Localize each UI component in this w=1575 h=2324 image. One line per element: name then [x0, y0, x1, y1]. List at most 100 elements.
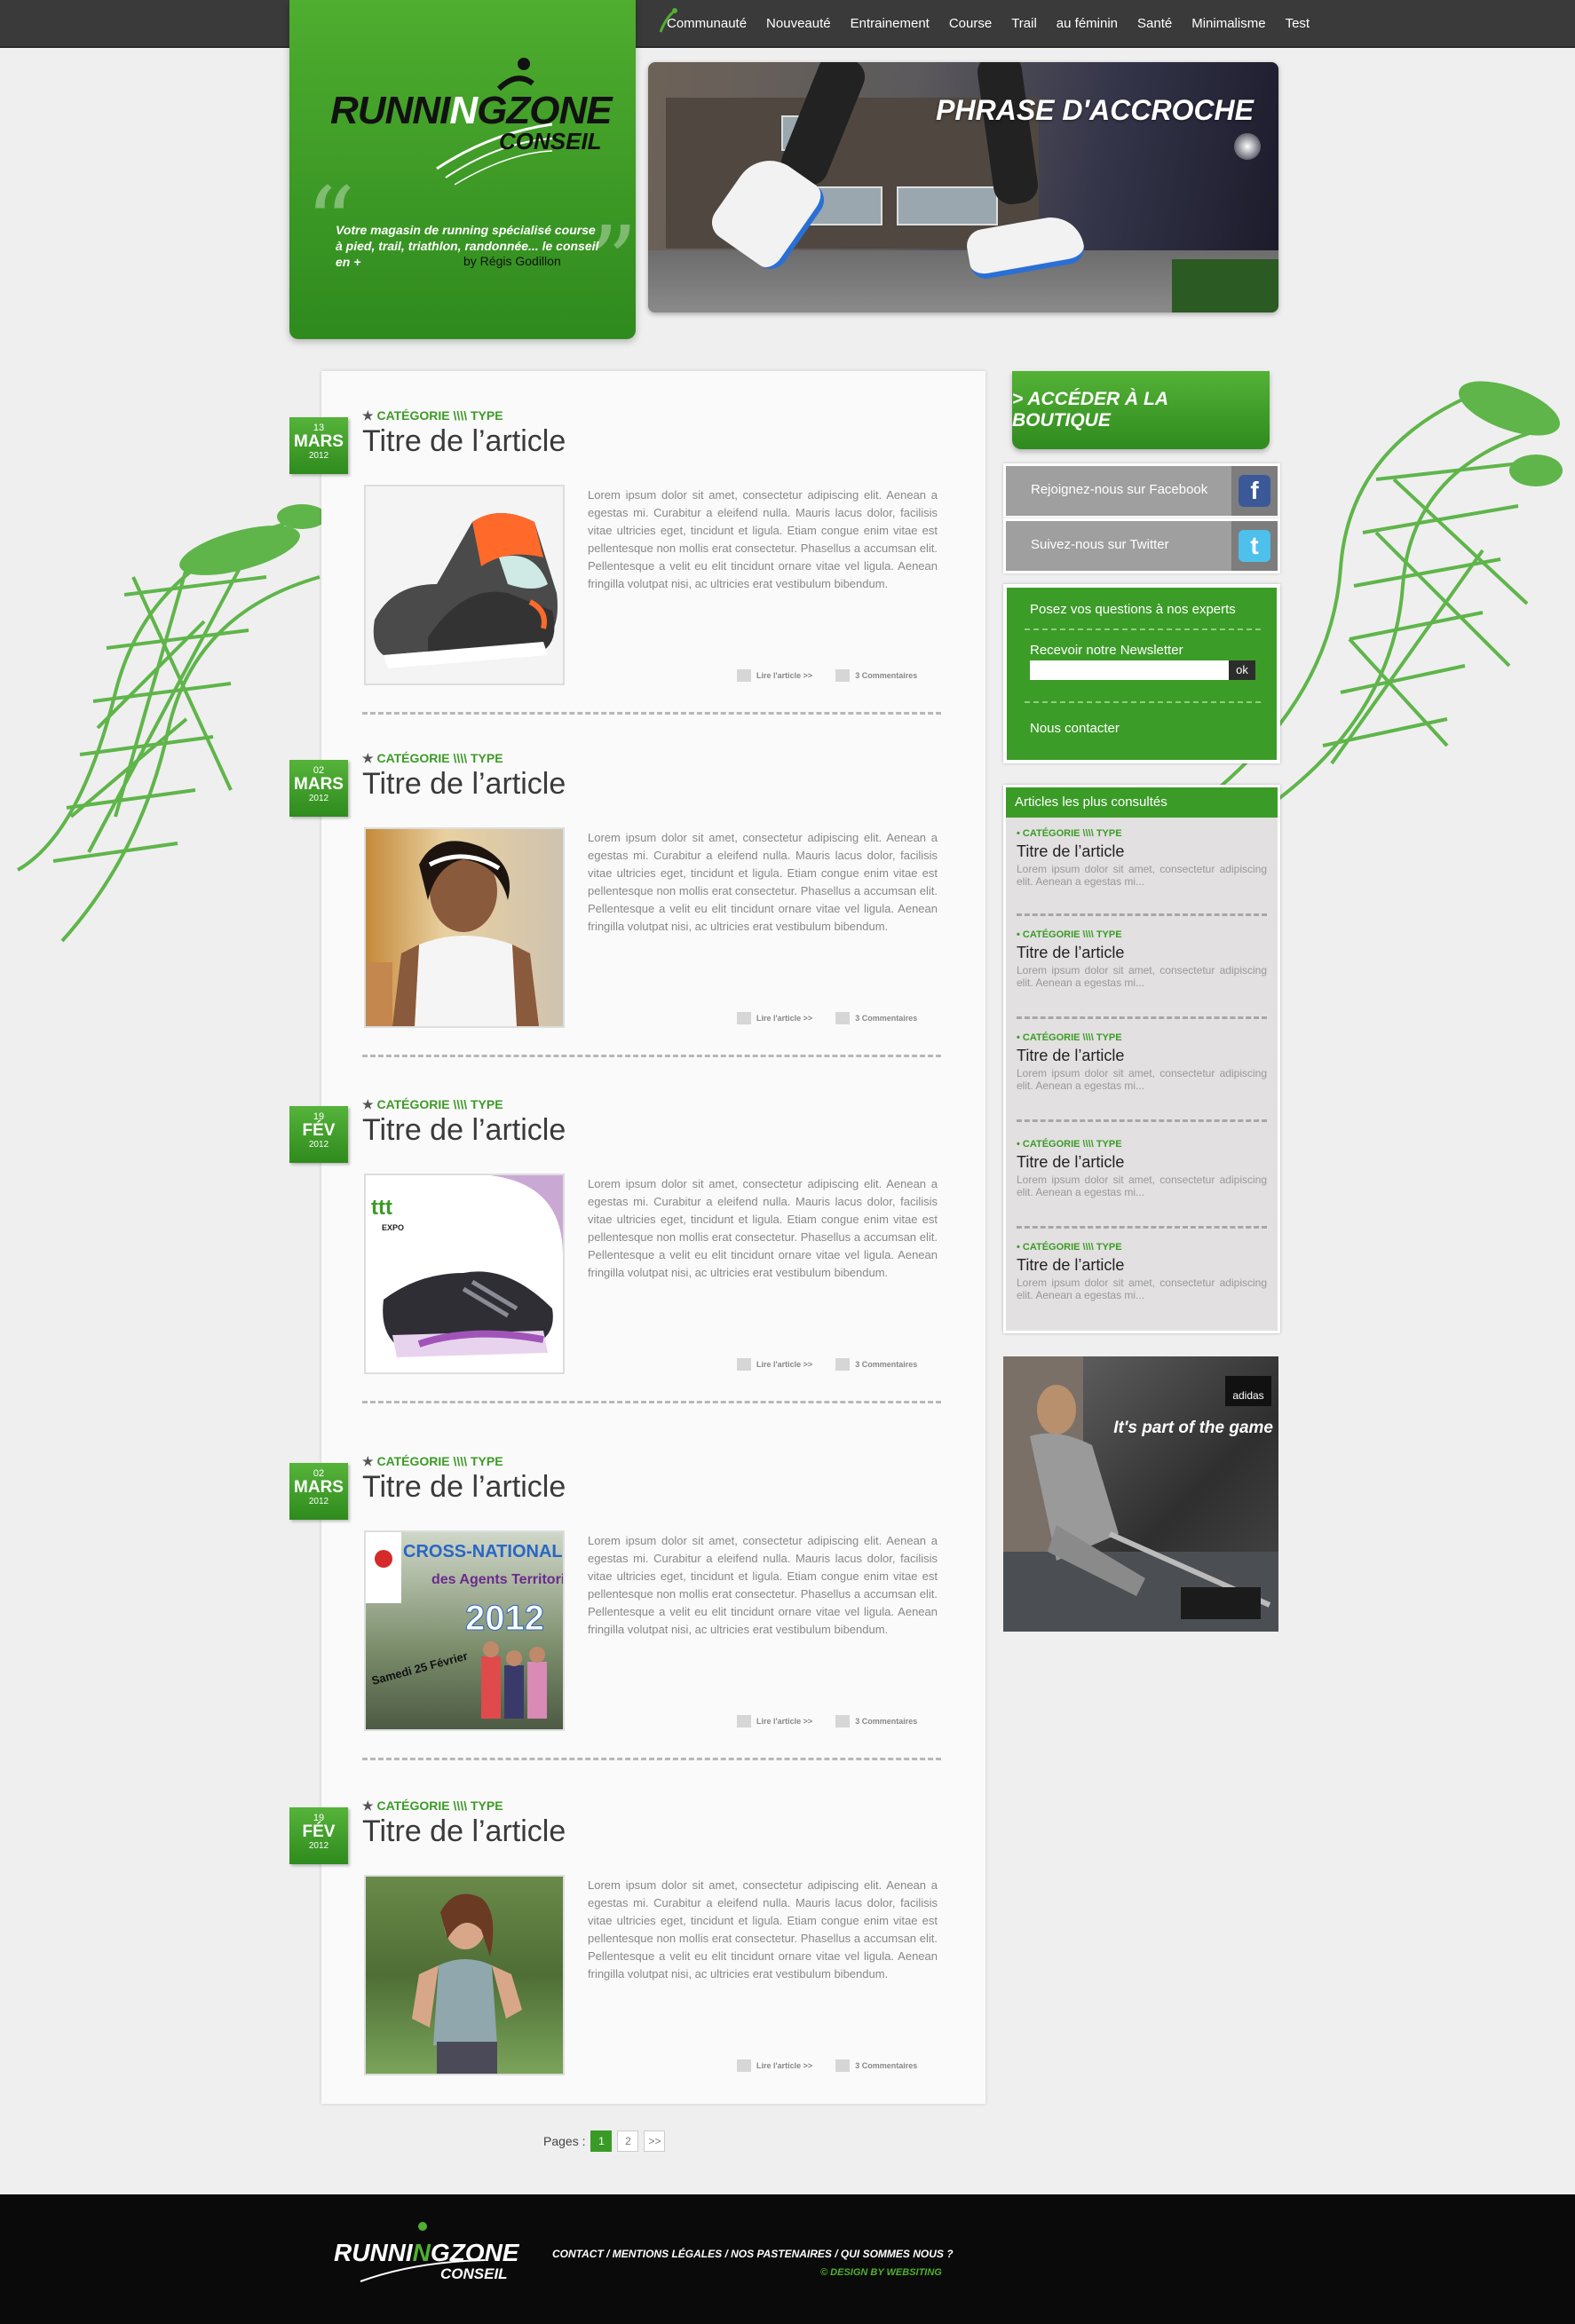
most-read-title-link[interactable]: Titre de l’article	[1017, 1153, 1267, 1172]
comments-link[interactable]: 3 Commentaires	[835, 1358, 917, 1371]
article-meta: Lire l'article >> 3 Commentaires	[737, 2059, 917, 2072]
nav-item-nouveaute[interactable]: Nouveauté	[756, 16, 841, 31]
nav-item-minimalisme[interactable]: Minimalisme	[1182, 16, 1275, 31]
star-icon: ★	[362, 751, 374, 765]
svg-text:ttt: ttt	[371, 1196, 392, 1220]
most-read-title-link[interactable]: Titre de l’article	[1017, 1256, 1267, 1275]
article-title[interactable]: Titre de l’article	[362, 1470, 566, 1505]
most-read-item[interactable]: • CATÉGORIE \\\\ TYPE Titre de l’article…	[1017, 1242, 1267, 1301]
newsletter-email-input[interactable]	[1030, 660, 1229, 680]
adidas-logo: adidas	[1225, 1376, 1271, 1406]
most-read-title-link[interactable]: Titre de l’article	[1017, 842, 1267, 861]
read-more-link[interactable]: Lire l'article >>	[737, 1012, 812, 1024]
next-page-button[interactable]: >>	[644, 2130, 666, 2152]
article-date-badge: 19 FÉV 2012	[289, 1807, 348, 1864]
svg-text:Samedi 25 Février: Samedi 25 Février	[370, 1649, 469, 1688]
date-year: 2012	[308, 451, 329, 461]
article-thumbnail[interactable]: CROSS-NATIONAL des Agents Territoriaux 2…	[364, 1530, 565, 1731]
most-read-excerpt: Lorem ipsum dolor sit amet, consectetur …	[1017, 863, 1267, 888]
article-thumbnail[interactable]: ttt EXPO	[364, 1174, 565, 1374]
article-category[interactable]: ★ CATÉGORIE \\\\ TYPE	[362, 1097, 503, 1112]
article-title[interactable]: Titre de l’article	[362, 424, 566, 459]
article-excerpt: Lorem ipsum dolor sit amet, consectetur …	[588, 1534, 938, 1636]
comment-icon	[835, 669, 851, 682]
hero-grass	[1172, 259, 1278, 312]
most-read-category: • CATÉGORIE \\\\ TYPE	[1017, 929, 1122, 940]
comments-link[interactable]: 3 Commentaires	[835, 1012, 917, 1024]
most-read-title-link[interactable]: Titre de l’article	[1017, 1047, 1267, 1065]
article-thumbnail[interactable]	[364, 1875, 565, 2075]
experts-link[interactable]: Posez vos questions à nos experts	[1030, 602, 1236, 617]
pagination: Pages : 1 2 >>	[543, 2130, 666, 2152]
comments-link[interactable]: 3 Commentaires	[835, 2059, 917, 2072]
article-meta: Lire l'article >> 3 Commentaires	[737, 669, 917, 682]
document-icon	[737, 1012, 751, 1024]
most-read-item[interactable]: • CATÉGORIE \\\\ TYPE Titre de l’article…	[1017, 929, 1267, 989]
twitter-button[interactable]: Suivez-nous sur Twitter t	[1003, 518, 1280, 573]
box-divider	[1025, 701, 1261, 703]
nav-item-communaute[interactable]: Communauté	[657, 16, 756, 31]
article-category[interactable]: ★ CATÉGORIE \\\\ TYPE	[362, 1454, 503, 1469]
twitter-label: Suivez-nous sur Twitter	[1031, 537, 1169, 552]
nav-item-course[interactable]: Course	[939, 16, 1001, 31]
hero-banner: PHRASE D'ACCROCHE	[648, 62, 1278, 312]
nav-item-entrainement[interactable]: Entrainement	[841, 16, 939, 31]
comments-link[interactable]: 3 Commentaires	[835, 1715, 917, 1727]
most-read-item[interactable]: • CATÉGORIE \\\\ TYPE Titre de l’article…	[1017, 1032, 1267, 1092]
nav-item-trail[interactable]: Trail	[1001, 16, 1047, 31]
article-meta: Lire l'article >> 3 Commentaires	[737, 1358, 917, 1371]
nav-item-test[interactable]: Test	[1276, 16, 1320, 31]
most-read-excerpt: Lorem ipsum dolor sit amet, consectetur …	[1017, 1277, 1267, 1301]
site-logo[interactable]: RUNNINGZONE CONSEIL	[330, 53, 613, 195]
read-more-link[interactable]: Lire l'article >>	[737, 2059, 812, 2072]
contact-link[interactable]: Nous contacter	[1030, 721, 1120, 736]
comment-icon	[835, 2059, 851, 2072]
most-read-title: Articles les plus consultés	[1006, 787, 1278, 818]
article-category[interactable]: ★ CATÉGORIE \\\\ TYPE	[362, 751, 503, 766]
article-thumbnail[interactable]	[364, 827, 565, 1028]
newsletter-submit-button[interactable]: ok	[1229, 660, 1255, 680]
nav-item-sante[interactable]: Santé	[1128, 16, 1182, 31]
shop-access-button[interactable]: > ACCÉDER À LA BOUTIQUE	[1012, 371, 1270, 449]
article-category[interactable]: ★ CATÉGORIE \\\\ TYPE	[362, 1798, 503, 1814]
date-month: FÉV	[302, 1822, 336, 1841]
most-read-excerpt: Lorem ipsum dolor sit amet, consectetur …	[1017, 1174, 1267, 1198]
article-title[interactable]: Titre de l’article	[362, 1814, 566, 1849]
comments-link[interactable]: 3 Commentaires	[835, 669, 917, 682]
article-meta: Lire l'article >> 3 Commentaires	[737, 1012, 917, 1024]
logo-wordmark: RUNNINGZONE	[330, 89, 613, 132]
read-more-link[interactable]: Lire l'article >>	[737, 1358, 812, 1371]
footer: RUNNINGZONE CONSEIL CONTACT / MENTIONS L…	[0, 2194, 1575, 2324]
article-category[interactable]: ★ CATÉGORIE \\\\ TYPE	[362, 408, 503, 423]
article-card: 02 MARS 2012 ★ CATÉGORIE \\\\ TYPE Titre…	[289, 714, 985, 1057]
footer-links[interactable]: CONTACT / MENTIONS LÉGALES / NOS PASTENA…	[552, 2248, 954, 2260]
svg-text:2012: 2012	[465, 1599, 544, 1638]
document-icon	[737, 2059, 751, 2072]
article-title[interactable]: Titre de l’article	[362, 1113, 566, 1148]
facebook-button[interactable]: Rejoignez-nous sur Facebook f	[1003, 463, 1280, 518]
most-read-item[interactable]: • CATÉGORIE \\\\ TYPE Titre de l’article…	[1017, 828, 1267, 888]
read-more-link[interactable]: Lire l'article >>	[737, 1715, 812, 1727]
shoe-sole-decoration-left	[17, 504, 327, 943]
read-more-link[interactable]: Lire l'article >>	[737, 669, 812, 682]
article-title[interactable]: Titre de l’article	[362, 767, 566, 802]
article-thumbnail[interactable]	[364, 485, 565, 685]
most-read-item[interactable]: • CATÉGORIE \\\\ TYPE Titre de l’article…	[1017, 1139, 1267, 1198]
purple-shoe-image: ttt EXPO	[371, 1175, 563, 1357]
adidas-advertisement[interactable]: adidas It's part of the game	[1003, 1356, 1278, 1632]
document-icon	[737, 1715, 751, 1727]
nav-item-au-feminin[interactable]: au féminin	[1047, 16, 1128, 31]
article-card: 19 FÉV 2012 ★ CATÉGORIE \\\\ TYPE Titre …	[289, 1761, 985, 2104]
article-excerpt: Lorem ipsum dolor sit amet, consectetur …	[588, 831, 938, 933]
most-read-title-link[interactable]: Titre de l’article	[1017, 944, 1267, 962]
top-navigation-bar: Communauté Nouveauté Entrainement Course…	[0, 0, 1575, 48]
article-divider	[362, 1758, 941, 1760]
article-divider	[362, 1055, 941, 1057]
pagination-label: Pages :	[543, 2134, 586, 2148]
page-2-button[interactable]: 2	[617, 2130, 639, 2152]
most-read-category: • CATÉGORIE \\\\ TYPE	[1017, 828, 1122, 839]
footer-logo[interactable]: RUNNINGZONE CONSEIL	[334, 2219, 518, 2304]
svg-text:des Agents Territoriaux: des Agents Territoriaux	[431, 1572, 563, 1587]
page-1-button[interactable]: 1	[590, 2130, 613, 2152]
most-read-category: • CATÉGORIE \\\\ TYPE	[1017, 1139, 1122, 1150]
